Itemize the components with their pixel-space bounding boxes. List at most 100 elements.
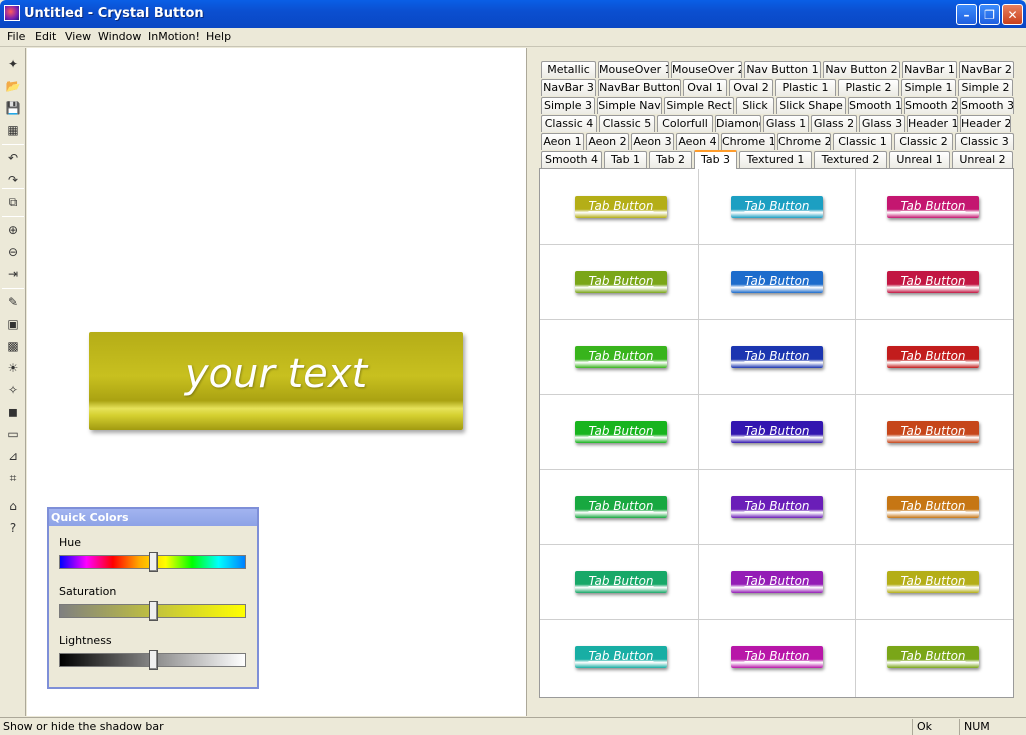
effect-icon[interactable]: ✧	[5, 382, 21, 398]
design-canvas[interactable]: your text Quick Colors Hue Saturation Li…	[27, 48, 527, 716]
tab-navbar-2[interactable]: NavBar 2	[959, 61, 1014, 78]
crop-icon[interactable]: ⌗	[5, 470, 21, 486]
tab-button-sample[interactable]: Tab Button	[887, 571, 979, 593]
menu-view[interactable]: View	[64, 29, 92, 45]
undo-icon[interactable]: ↶	[5, 150, 21, 166]
tab-chrome-1[interactable]: Chrome 1	[721, 133, 775, 150]
home-icon[interactable]: ⌂	[5, 498, 21, 514]
tab-button-sample[interactable]: Tab Button	[887, 196, 979, 218]
tab-classic-3[interactable]: Classic 3	[955, 133, 1014, 150]
tab-button-sample[interactable]: Tab Button	[731, 571, 823, 593]
tab-tab-3[interactable]: Tab 3	[694, 150, 737, 169]
zoom-in-icon[interactable]: ⊕	[5, 222, 21, 238]
tab-nav-button-2[interactable]: Nav Button 2	[823, 61, 900, 78]
menu-help[interactable]: Help	[205, 29, 232, 45]
tab-textured-2[interactable]: Textured 2	[814, 151, 887, 168]
copy-icon[interactable]: ⧉	[5, 194, 21, 210]
open-icon[interactable]: 📂	[5, 78, 21, 94]
light-icon[interactable]: ☀	[5, 360, 21, 376]
publish-icon[interactable]: ▦	[5, 122, 21, 138]
tab-tab-1[interactable]: Tab 1	[604, 151, 647, 168]
tab-diamond[interactable]: Diamond	[715, 115, 761, 132]
pattern-icon[interactable]: ▩	[5, 338, 21, 354]
tab-simple-2[interactable]: Simple 2	[958, 79, 1013, 96]
zoom-out-icon[interactable]: ⊖	[5, 244, 21, 260]
tab-button-sample[interactable]: Tab Button	[575, 571, 667, 593]
tab-button-sample[interactable]: Tab Button	[731, 196, 823, 218]
saturation-slider-thumb[interactable]	[149, 601, 158, 621]
tab-navbar-button[interactable]: NavBar Button	[598, 79, 681, 96]
tab-nav-button-1[interactable]: Nav Button 1	[744, 61, 821, 78]
tab-smooth-4[interactable]: Smooth 4	[541, 151, 602, 168]
minimize-button[interactable]: –	[956, 4, 977, 25]
tab-metallic[interactable]: Metallic	[541, 61, 596, 78]
hue-slider-thumb[interactable]	[149, 552, 158, 572]
app-icon[interactable]	[4, 5, 20, 21]
maximize-button[interactable]: ❐	[979, 4, 1000, 25]
tab-glass-1[interactable]: Glass 1	[763, 115, 809, 132]
tab-button-sample[interactable]: Tab Button	[731, 496, 823, 518]
tab-simple-1[interactable]: Simple 1	[901, 79, 956, 96]
menu-inmotion[interactable]: InMotion!	[147, 29, 201, 45]
frame-icon[interactable]: ▭	[5, 426, 21, 442]
new-button-icon[interactable]: ✦	[5, 56, 21, 72]
tab-colorfull[interactable]: Colorfull	[657, 115, 713, 132]
tab-tab-2[interactable]: Tab 2	[649, 151, 692, 168]
tab-unreal-2[interactable]: Unreal 2	[952, 151, 1013, 168]
menu-window[interactable]: Window	[97, 29, 142, 45]
tab-button-sample[interactable]: Tab Button	[575, 496, 667, 518]
menu-edit[interactable]: Edit	[34, 29, 57, 45]
tab-button-sample[interactable]: Tab Button	[887, 271, 979, 293]
image-icon[interactable]: ▣	[5, 316, 21, 332]
tab-button-sample[interactable]: Tab Button	[731, 271, 823, 293]
tab-header-1[interactable]: Header 1	[907, 115, 958, 132]
tab-button-sample[interactable]: Tab Button	[731, 346, 823, 368]
tab-smooth-3[interactable]: Smooth 3	[960, 97, 1014, 114]
tab-classic-1[interactable]: Classic 1	[833, 133, 892, 150]
tab-oval-2[interactable]: Oval 2	[729, 79, 773, 96]
ruler-icon[interactable]: ⊿	[5, 448, 21, 464]
close-button[interactable]: ✕	[1002, 4, 1023, 25]
help-icon[interactable]: ?	[5, 520, 21, 536]
menu-file[interactable]: File	[6, 29, 26, 45]
tab-plastic-1[interactable]: Plastic 1	[775, 79, 836, 96]
tab-aeon-1[interactable]: Aeon 1	[541, 133, 584, 150]
tab-aeon-4[interactable]: Aeon 4	[676, 133, 719, 150]
tab-navbar-3[interactable]: NavBar 3	[541, 79, 596, 96]
preview-button[interactable]: your text	[89, 332, 463, 430]
tab-button-sample[interactable]: Tab Button	[887, 646, 979, 668]
pencil-icon[interactable]: ✎	[5, 294, 21, 310]
tab-oval-1[interactable]: Oval 1	[683, 79, 727, 96]
tab-classic-5[interactable]: Classic 5	[599, 115, 655, 132]
tab-smooth-1[interactable]: Smooth 1	[848, 97, 902, 114]
tab-button-sample[interactable]: Tab Button	[731, 646, 823, 668]
tab-mouseover-2[interactable]: MouseOver 2	[671, 61, 742, 78]
tab-simple-3[interactable]: Simple 3	[541, 97, 595, 114]
save-icon[interactable]: 💾	[5, 100, 21, 116]
tab-button-sample[interactable]: Tab Button	[575, 271, 667, 293]
tab-glass-2[interactable]: Glass 2	[811, 115, 857, 132]
tab-classic-4[interactable]: Classic 4	[541, 115, 597, 132]
tab-button-sample[interactable]: Tab Button	[575, 421, 667, 443]
tab-mouseover-1[interactable]: MouseOver 1	[598, 61, 669, 78]
tab-classic-2[interactable]: Classic 2	[894, 133, 953, 150]
tab-slick-shape[interactable]: Slick Shape	[776, 97, 846, 114]
tab-button-sample[interactable]: Tab Button	[575, 196, 667, 218]
tab-glass-3[interactable]: Glass 3	[859, 115, 905, 132]
tab-header-2[interactable]: Header 2	[960, 115, 1011, 132]
tab-chrome-2[interactable]: Chrome 2	[777, 133, 831, 150]
shadow-icon[interactable]: ◼	[5, 404, 21, 420]
tab-simple-nav[interactable]: Simple Nav	[597, 97, 662, 114]
tab-button-sample[interactable]: Tab Button	[887, 421, 979, 443]
tab-plastic-2[interactable]: Plastic 2	[838, 79, 899, 96]
tab-aeon-3[interactable]: Aeon 3	[631, 133, 674, 150]
tab-button-sample[interactable]: Tab Button	[887, 346, 979, 368]
align-icon[interactable]: ⇥	[5, 266, 21, 282]
tab-textured-1[interactable]: Textured 1	[739, 151, 812, 168]
redo-icon[interactable]: ↷	[5, 172, 21, 188]
tab-smooth-2[interactable]: Smooth 2	[904, 97, 958, 114]
tab-button-sample[interactable]: Tab Button	[575, 346, 667, 368]
lightness-slider-thumb[interactable]	[149, 650, 158, 670]
tab-button-sample[interactable]: Tab Button	[887, 496, 979, 518]
tab-unreal-1[interactable]: Unreal 1	[889, 151, 950, 168]
